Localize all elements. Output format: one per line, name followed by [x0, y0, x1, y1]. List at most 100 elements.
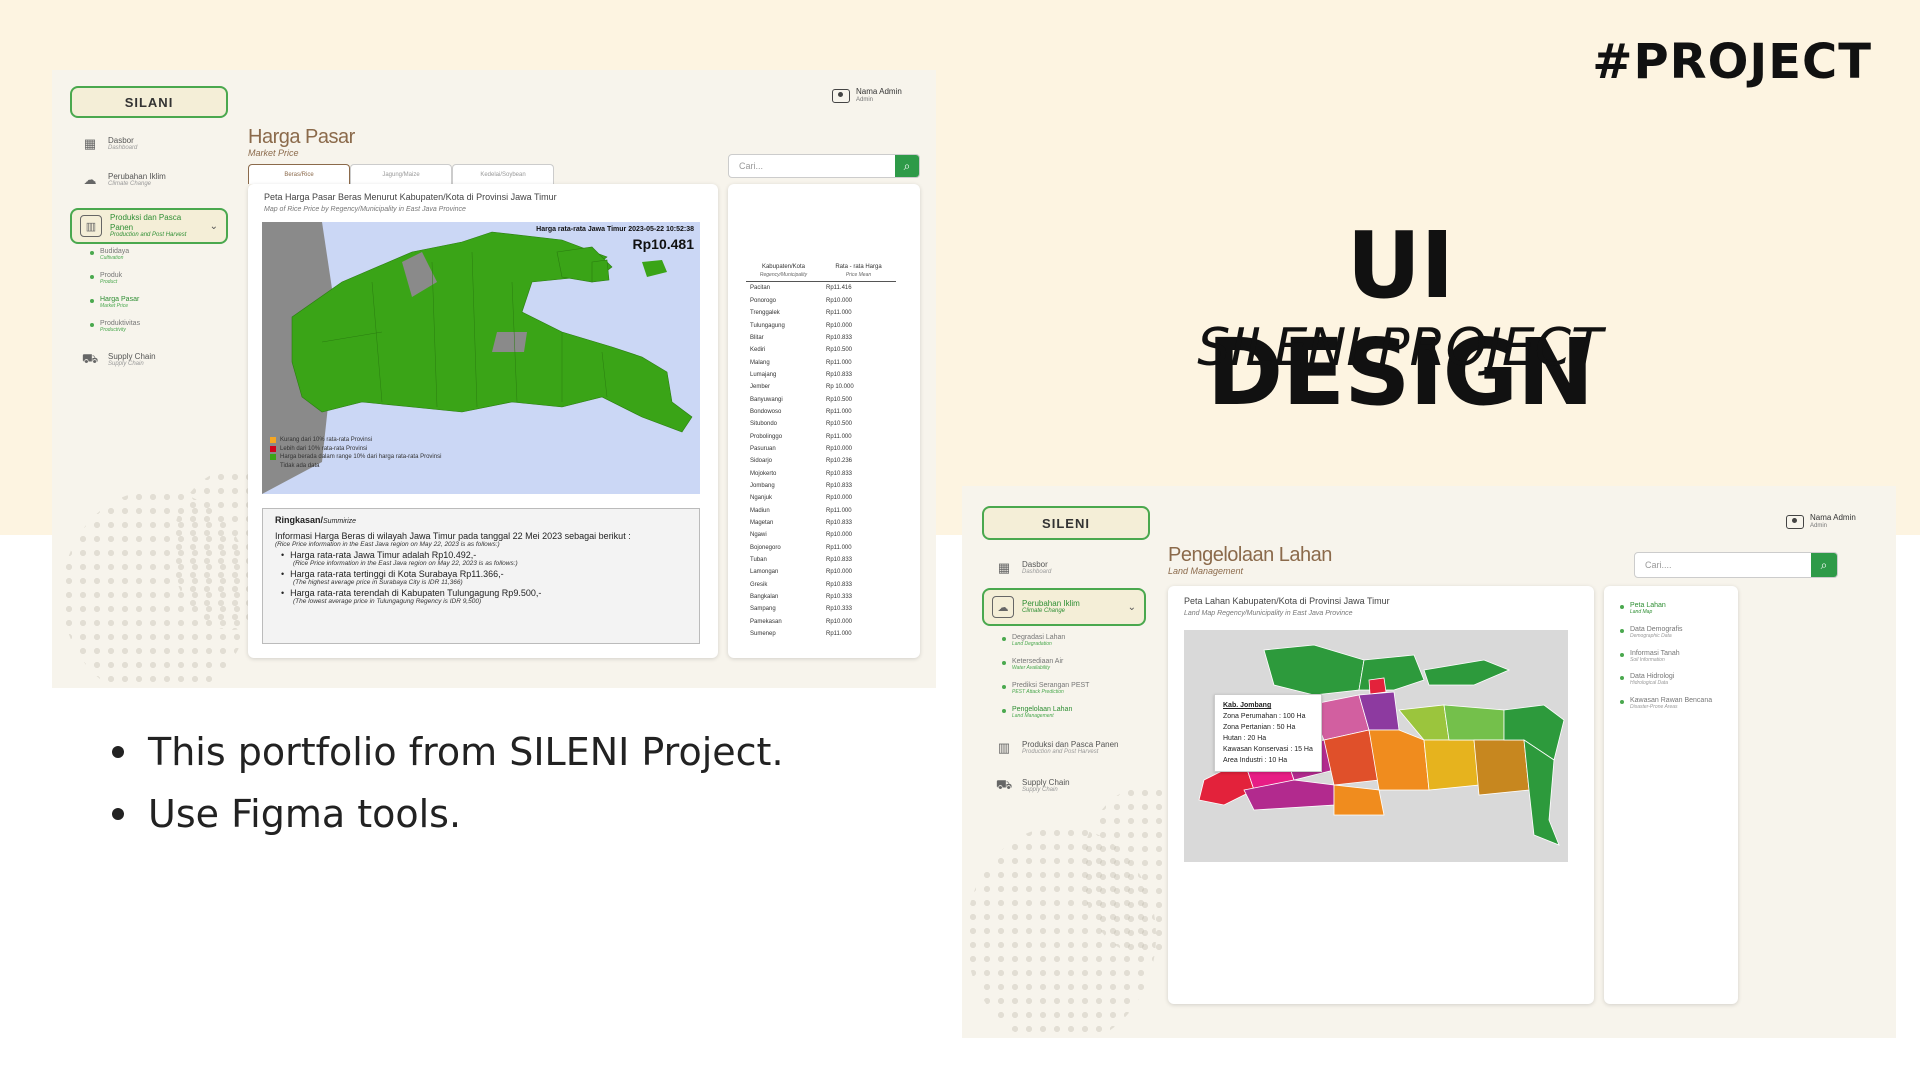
table-cell-price: Rp10.833 — [826, 581, 853, 588]
table-cell-price: Rp10.833 — [826, 557, 853, 564]
sidebar-item-dashboard[interactable]: ▦ Dasbor Dashboard — [996, 560, 1052, 576]
sidebar-item-production[interactable]: ▥ Produksi dan Pasca Panen Production and… — [996, 740, 1119, 756]
submenu-item-product[interactable]: Produk Product — [90, 272, 122, 286]
summary-box: Ringkasan/Summirize Informasi Harga Bera… — [262, 508, 700, 644]
table-row: Gresik Rp10.833 — [746, 579, 896, 591]
search-icon: ⌕ — [903, 158, 911, 173]
table-cell-region: Malang — [750, 359, 770, 366]
table-cell-price: Rp10.833 — [826, 482, 853, 489]
table-cell-price: Rp11.000 — [826, 359, 852, 366]
table-cell-region: Bangkalan — [750, 594, 779, 601]
table-row: Banyuwangi Rp10.500 — [746, 393, 896, 405]
grid-icon: ▦ — [83, 136, 97, 152]
table-row: Pasuruan Rp10.000 — [746, 443, 896, 455]
table-row: Trenggalek Rp11.000 — [746, 307, 896, 319]
table-cell-region: Probolinggo — [750, 433, 783, 440]
table-row: Sidoarjo Rp10.236 — [746, 455, 896, 467]
search-button[interactable]: ⌕ — [1811, 553, 1837, 577]
province-region — [291, 231, 693, 433]
table-cell-region: Kediri — [750, 347, 766, 354]
table-cell-price: Rp10.000 — [826, 495, 853, 502]
sidebar-item-dashboard[interactable]: ▦ Dasbor Dashboard — [82, 136, 138, 152]
table-row: Pamekasan Rp10.000 — [746, 616, 896, 628]
price-table-card: Kabupaten/Kota Regency/Municipality Rata … — [728, 184, 920, 658]
app-logo-button[interactable]: SILANI — [70, 86, 228, 118]
region-tooltip: Kab. Jombang Zona Perumahan : 100 Ha Zon… — [1214, 694, 1322, 772]
table-cell-region: Bojonegoro — [750, 544, 781, 551]
legend-swatch — [270, 462, 276, 469]
truck-icon: ⛟ — [995, 777, 1013, 793]
sidebar-item-climate[interactable]: ☁ Perubahan Iklim Climate Change — [82, 172, 166, 188]
table-cell-region: Tulungagung — [750, 322, 785, 329]
table-cell-region: Banyuwangi — [750, 396, 783, 403]
admin-profile[interactable]: Nama Admin Admin — [1786, 513, 1856, 529]
table-cell-region: Mojokerto — [750, 470, 777, 477]
table-row: Ponorogo Rp10.000 — [746, 295, 896, 307]
menu-item-disaster[interactable]: Kawasan Rawan Bencana Disaster-Prone Area… — [1620, 697, 1712, 711]
description-list: This portfolio from SILENI Project. Use … — [112, 730, 784, 854]
submenu-item-cultivation[interactable]: Budidaya Cultivation — [90, 248, 129, 262]
table-row: Jember Rp 10.000 — [746, 381, 896, 393]
search-icon: ⌕ — [1820, 557, 1828, 572]
sidebar-item-supply-chain[interactable]: ⛟ Supply Chain Supply Chain — [995, 777, 1070, 794]
app-logo-button[interactable]: SILENI — [982, 506, 1150, 540]
table-cell-region: Lamongan — [750, 569, 779, 576]
table-header: Kabupaten/Kota Regency/Municipality Rata … — [746, 264, 896, 283]
table-cell-region: Ponorogo — [750, 297, 777, 304]
admin-profile[interactable]: Nama Admin Admin — [832, 87, 902, 103]
search-bar: Cari.... ⌕ — [1634, 552, 1838, 578]
table-row: Jombang Rp10.833 — [746, 480, 896, 492]
table-cell-region: Pacitan — [750, 285, 771, 292]
description-item: This portfolio from SILENI Project. — [112, 730, 784, 774]
table-cell-region: Sumenep — [750, 631, 776, 638]
submenu-item-market-price[interactable]: Harga Pasar Market Price — [90, 296, 139, 310]
table-cell-price: Rp10.833 — [826, 371, 853, 378]
search-input[interactable]: Cari... — [729, 155, 895, 177]
table-row: Pacitan Rp11.416 — [746, 282, 896, 294]
table-cell-region: Nganjuk — [750, 495, 773, 502]
price-map[interactable]: Harga rata-rata Jawa Timur 2023-05-22 10… — [262, 222, 700, 494]
tab-maize[interactable]: Jagung/Maize — [350, 164, 452, 184]
menu-item-demographic[interactable]: Data Demografis Demographic Data — [1620, 626, 1712, 640]
table-cell-region: Madiun — [750, 507, 770, 514]
legend-swatch — [270, 445, 276, 452]
bullet-icon — [112, 808, 124, 820]
land-map[interactable]: Kab. Jombang Zona Perumahan : 100 Ha Zon… — [1184, 630, 1568, 862]
table-cell-price: Rp11.416 — [826, 285, 852, 292]
menu-item-soil[interactable]: Informasi Tanah Soil Information — [1620, 650, 1712, 664]
table-row: Nganjuk Rp10.000 — [746, 492, 896, 504]
table-row: Sumenep Rp11.000 — [746, 628, 896, 640]
sidebar-item-production[interactable]: ▥ Produksi dan Pasca Panen Production and… — [70, 208, 228, 244]
price-table: Kabupaten/Kota Regency/Municipality Rata … — [746, 264, 896, 640]
sidebar-item-climate[interactable]: ☁ Perubahan Iklim Climate Change ⌄ — [982, 588, 1146, 626]
submenu-item-pest[interactable]: Prediksi Serangan PEST PEST Attack Predic… — [1002, 682, 1089, 696]
table-row: Ngawi Rp10.000 — [746, 529, 896, 541]
map-title: Peta Lahan Kabupaten/Kota di Provinsi Ja… — [1184, 596, 1390, 606]
table-cell-price: Rp10.500 — [826, 396, 853, 403]
cloud-sun-icon: ☁ — [83, 172, 97, 188]
search-button[interactable]: ⌕ — [895, 155, 919, 177]
submenu-item-productivity[interactable]: Produktivitas Productivity — [90, 320, 140, 334]
table-cell-price: Rp11.000 — [826, 507, 852, 514]
submenu-item-land-management[interactable]: Pengelolaan Lahan Land Management — [1002, 706, 1072, 720]
table-cell-price: Rp 10.000 — [826, 384, 854, 391]
menu-item-hydrology[interactable]: Data Hidrologi Hidrological Data — [1620, 673, 1712, 687]
table-cell-price: Rp10.000 — [826, 322, 853, 329]
table-cell-region: Ngawi — [750, 532, 767, 539]
table-row: Probolinggo Rp11.000 — [746, 430, 896, 442]
land-management-screenshot: SILENI Nama Admin Admin ▦ Dasbor Dashboard… — [962, 486, 1896, 1038]
map-subtitle: Map of Rice Price by Regency/Municipalit… — [264, 206, 466, 213]
description-item: Use Figma tools. — [112, 792, 784, 836]
table-cell-price: Rp10.333 — [826, 594, 853, 601]
submenu-item-land-degradation[interactable]: Degradasi Lahan Land Degradation — [1002, 634, 1065, 648]
project-tag: #PROJECT — [1592, 34, 1872, 90]
map-legend: Kurang dari 10% rata-rata Provinsi Lebih… — [270, 436, 441, 470]
tab-rice[interactable]: Beras/Rice — [248, 164, 350, 184]
submenu-item-water[interactable]: Ketersediaan Air Water Availability — [1002, 658, 1063, 672]
menu-item-land-map[interactable]: Peta Lahan Land Map — [1620, 602, 1712, 616]
summary-point: Harga rata-rata tertinggi di Kota Suraba… — [281, 569, 687, 586]
tab-soybean[interactable]: Kedelai/Soybean — [452, 164, 554, 184]
table-cell-price: Rp10.000 — [826, 445, 853, 452]
search-input[interactable]: Cari.... — [1635, 553, 1811, 577]
sidebar-item-supply-chain[interactable]: ⛟ Supply Chain Supply Chain — [82, 351, 156, 368]
